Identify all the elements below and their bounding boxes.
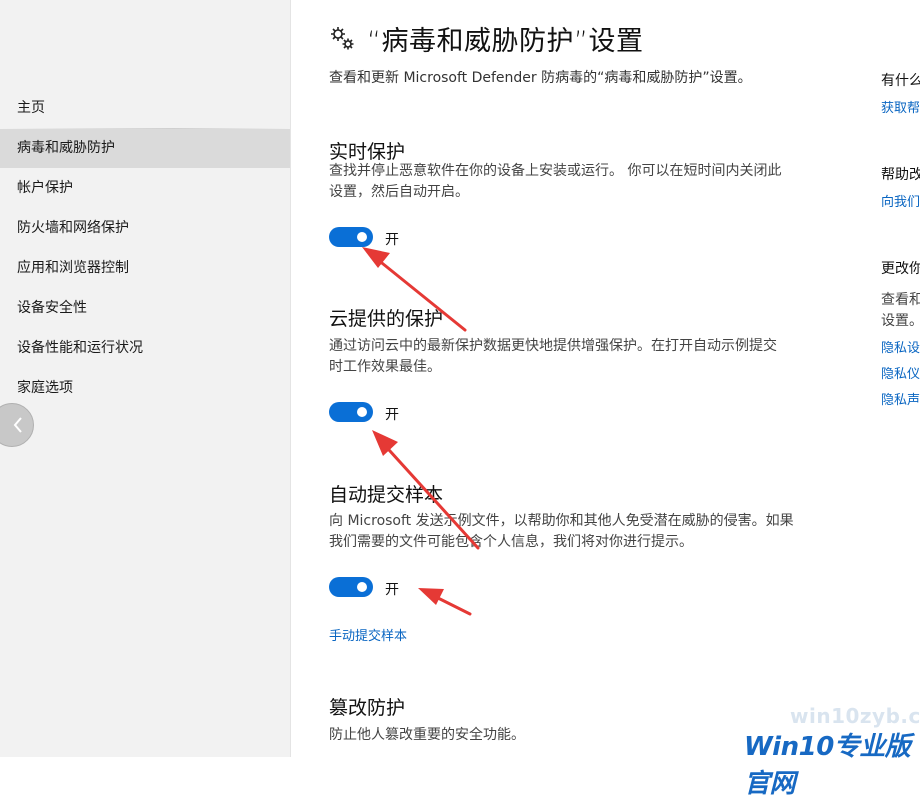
arrow-annotation: [372, 430, 480, 550]
arrow-annotation: [362, 247, 467, 332]
watermark-logo: Win10专业版官网: [744, 732, 911, 799]
arrow-annotation: [418, 588, 472, 616]
watermark-url: win10zyb.com: [790, 704, 920, 728]
annotation-arrows: [362, 247, 480, 616]
